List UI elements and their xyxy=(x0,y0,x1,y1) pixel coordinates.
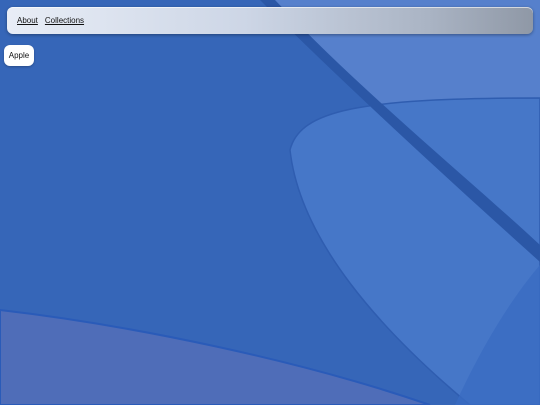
menu-about-link[interactable]: About xyxy=(17,16,38,25)
menu-collections-link[interactable]: Collections xyxy=(45,16,84,25)
desktop: About Collections Apple xyxy=(0,0,540,405)
menu-bar: About Collections xyxy=(7,7,533,34)
desktop-item-apple[interactable]: Apple xyxy=(4,45,34,66)
wallpaper xyxy=(0,0,540,405)
